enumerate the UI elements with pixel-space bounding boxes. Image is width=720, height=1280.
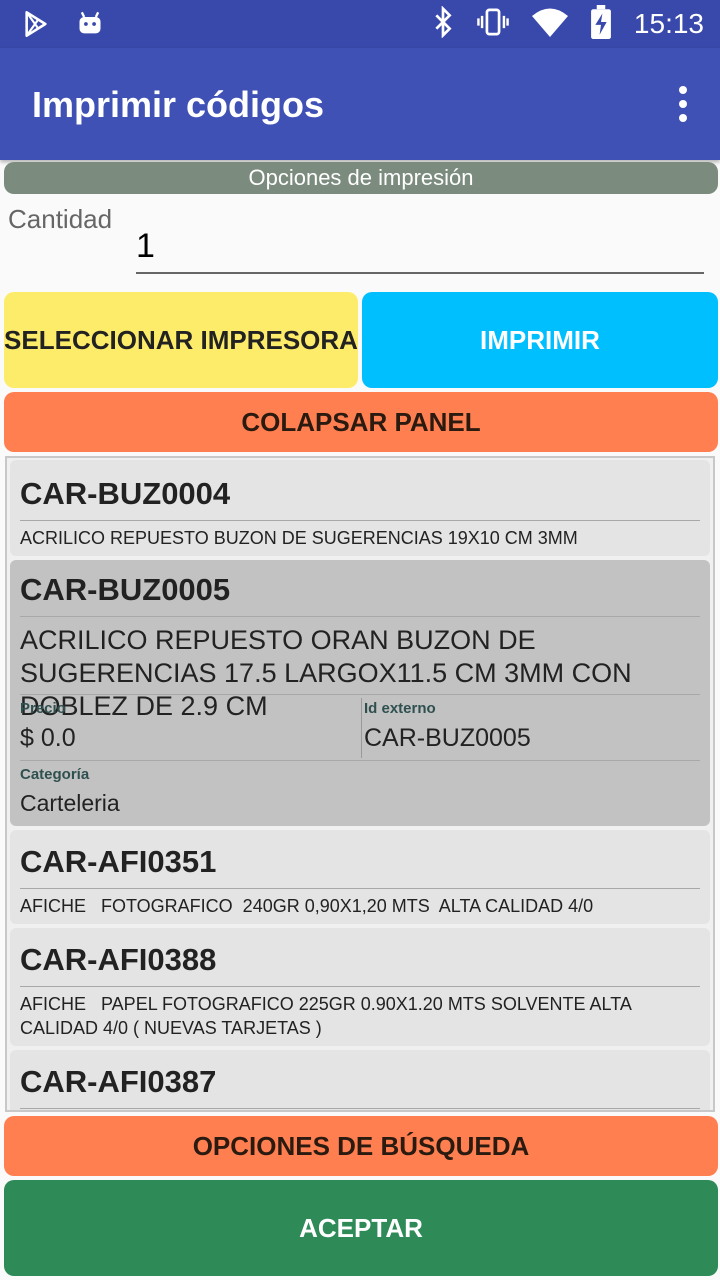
divider [20,760,700,761]
print-options-header[interactable]: Opciones de impresión [4,162,718,194]
product-list[interactable]: CAR-BUZ0004 ACRILICO REPUESTO BUZON DE S… [5,456,715,1112]
print-button[interactable]: IMPRIMIR [362,292,718,388]
vibrate-icon [476,7,510,41]
app-bar: Imprimir códigos [0,48,720,160]
select-printer-button[interactable]: SELECCIONAR IMPRESORA [4,292,358,388]
play-store-icon [22,10,50,42]
accept-button[interactable]: ACEPTAR [4,1180,718,1276]
bluetooth-icon [432,5,454,42]
item-description: AFICHE FOTOGRAFICO 240GR 0,90X1,20 MTS A… [20,896,594,916]
battery-charging-icon [590,5,612,43]
quantity-input[interactable] [136,220,704,274]
item-description: AFICHE PAPEL FOTOGRAFICO 225GR 0.90X1.20… [20,994,636,1038]
divider [20,888,700,889]
page-title: Imprimir códigos [32,84,325,125]
external-id-value: CAR-BUZ0005 [364,724,531,752]
item-code: CAR-BUZ0005 [20,572,231,607]
item-description: ACRILICO REPUESTO BUZON DE SUGERENCIAS 1… [20,528,578,548]
more-vert-icon[interactable] [676,86,690,122]
price-value: $ 0.0 [20,724,76,752]
item-code: CAR-AFI0388 [20,942,217,977]
price-label: Precio [20,700,66,717]
collapse-panel-button[interactable]: COLAPSAR PANEL [4,392,718,452]
list-item[interactable]: CAR-BUZ0004 ACRILICO REPUESTO BUZON DE S… [10,460,710,556]
list-item-selected[interactable]: CAR-BUZ0005 ACRILICO REPUESTO ORAN BUZON… [10,560,710,826]
status-bar: 15:13 [0,0,720,48]
list-item[interactable]: CAR-AFI0387 [10,1050,710,1110]
item-code: CAR-AFI0387 [20,1064,217,1099]
divider [20,520,700,521]
quantity-label: Cantidad [8,204,113,234]
category-label: Categoría [20,766,90,783]
list-item[interactable]: CAR-AFI0388 AFICHE PAPEL FOTOGRAFICO 225… [10,928,710,1046]
list-item[interactable]: CAR-AFI0351 AFICHE FOTOGRAFICO 240GR 0,9… [10,830,710,924]
external-id-label: Id externo [364,700,436,717]
category-value: Carteleria [20,790,120,816]
divider [20,616,700,617]
item-description: ACRILICO REPUESTO ORAN BUZON DE SUGERENC… [20,625,632,721]
clock: 15:13 [633,8,704,39]
divider [20,986,700,987]
search-options-button[interactable]: OPCIONES DE BÚSQUEDA [4,1116,718,1176]
divider [20,1108,700,1109]
item-code: CAR-AFI0351 [20,844,217,879]
wifi-icon [531,7,568,41]
divider [20,694,700,695]
divider [361,698,362,758]
item-code: CAR-BUZ0004 [20,476,231,511]
android-icon [76,10,104,42]
